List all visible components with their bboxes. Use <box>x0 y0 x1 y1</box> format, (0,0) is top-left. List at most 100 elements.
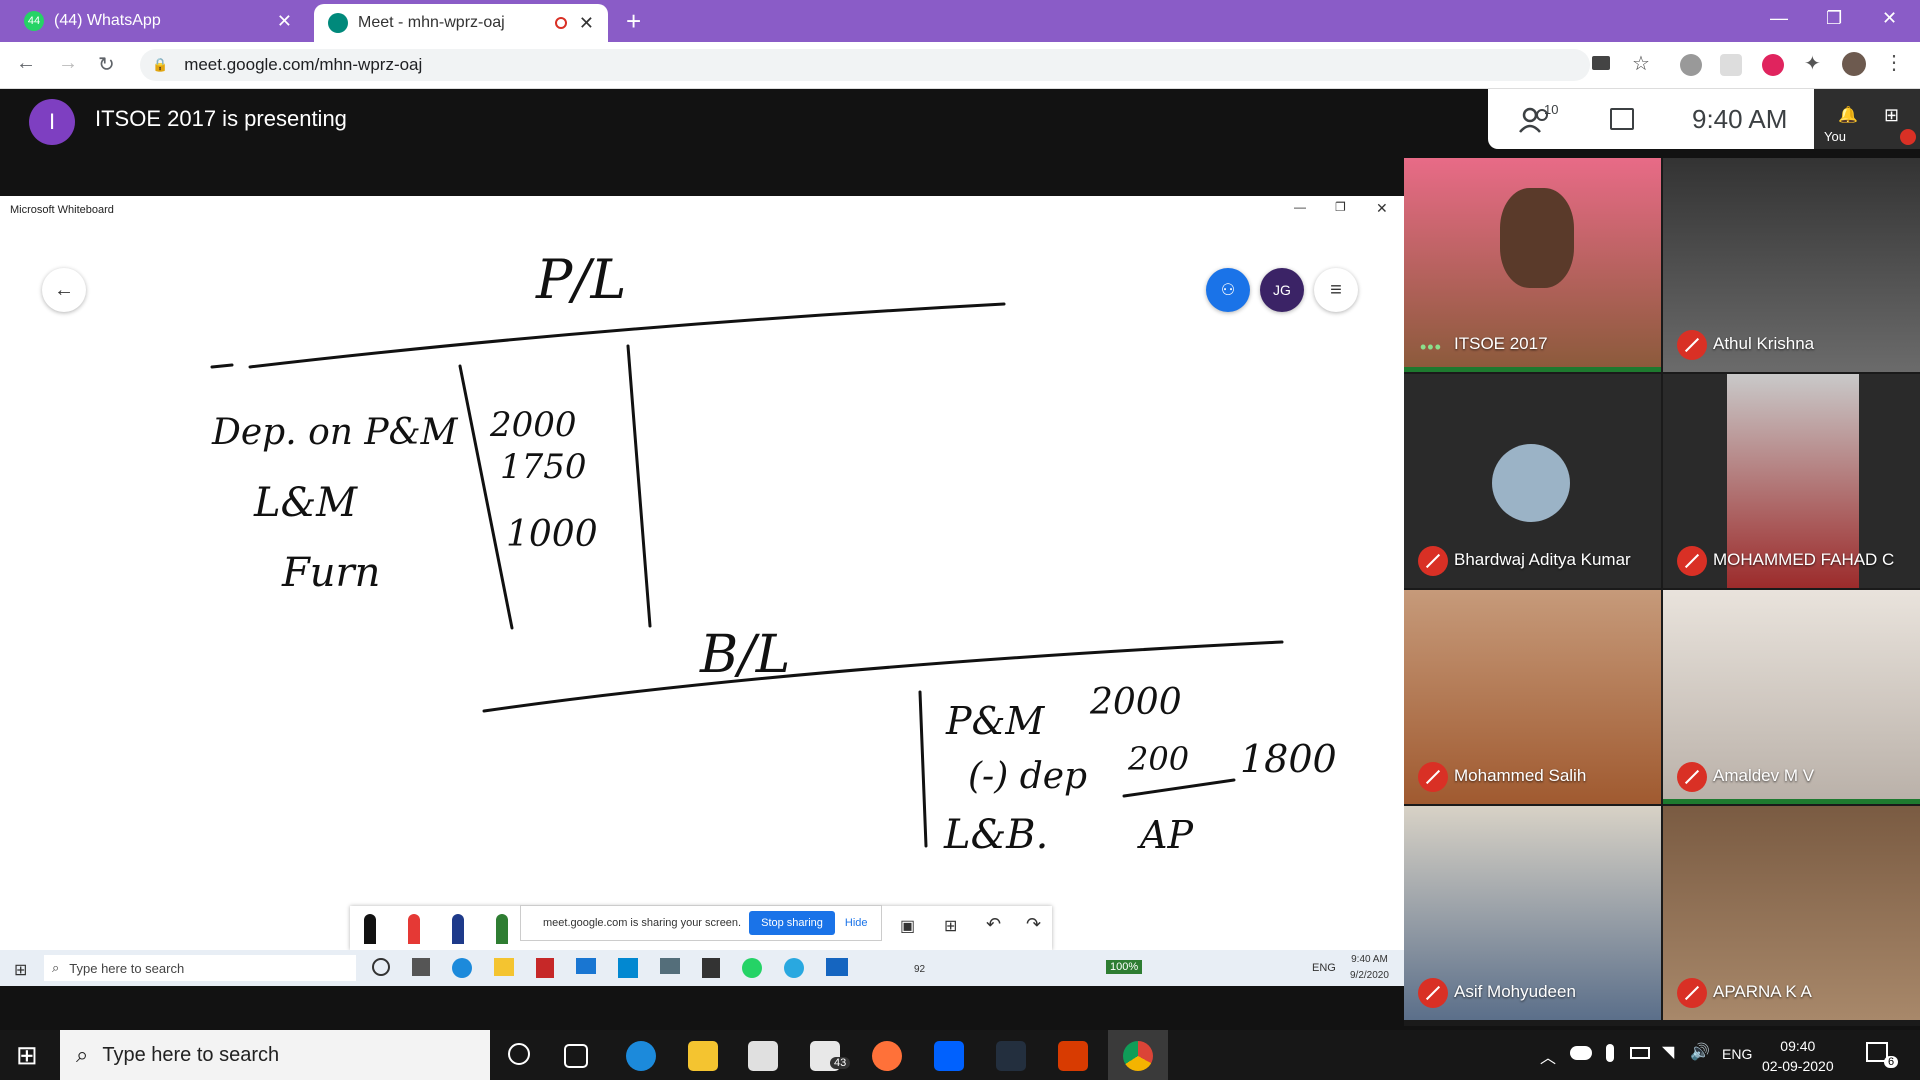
star-icon[interactable]: ☆ <box>1632 51 1650 76</box>
wb-restore-icon[interactable]: ❐ <box>1335 200 1346 214</box>
firefox-icon[interactable] <box>872 1041 902 1071</box>
participant-tile[interactable]: APARNA K A <box>1663 806 1920 1020</box>
windows-start-icon[interactable]: ⊞ <box>16 1040 38 1071</box>
windows-start-icon[interactable]: ⊞ <box>14 960 27 980</box>
system-clock[interactable]: 09:40 02-09-2020 <box>1762 1036 1834 1076</box>
battery-icon[interactable] <box>1630 1047 1650 1059</box>
cortana-icon[interactable] <box>372 958 390 976</box>
volume-icon[interactable]: 🔊 <box>1690 1042 1710 1062</box>
participant-tile[interactable]: Amaldev M V <box>1663 590 1920 804</box>
mic-off-icon <box>1418 546 1448 576</box>
camera-app-icon[interactable] <box>660 958 680 974</box>
back-icon[interactable]: ← <box>16 52 36 75</box>
window-close-icon[interactable]: ✕ <box>1882 8 1897 29</box>
close-icon[interactable]: ✕ <box>277 11 292 32</box>
whiteboard-title: Microsoft Whiteboard <box>10 204 114 216</box>
hw-title-bl: B/L <box>699 625 790 685</box>
mcafee-icon[interactable] <box>536 958 554 978</box>
participant-tile[interactable]: Athul Krishna <box>1663 158 1920 372</box>
onedrive-icon[interactable] <box>1570 1046 1592 1060</box>
self-view-tile[interactable]: 🔔 ⊞ You <box>1814 89 1920 149</box>
whatsapp-icon[interactable] <box>742 958 762 978</box>
active-speaker-bar <box>1663 799 1920 804</box>
minimize-icon[interactable]: — <box>1770 8 1788 29</box>
search-icon: ⌕ <box>52 960 60 975</box>
tab-whatsapp[interactable]: 44 (44) WhatsApp ✕ <box>10 0 306 42</box>
microphone-icon[interactable] <box>1606 1044 1614 1062</box>
wifi-icon[interactable]: ◥ <box>1662 1042 1674 1062</box>
participant-tile[interactable]: Asif Mohyudeen <box>1404 806 1661 1020</box>
file-explorer-icon[interactable] <box>688 1041 718 1071</box>
office-icon[interactable] <box>1058 1041 1088 1071</box>
chrome-taskbar-button[interactable] <box>1108 1030 1168 1080</box>
outlook-icon[interactable] <box>826 958 848 976</box>
invite-person-icon[interactable]: ⚇ <box>1206 268 1250 312</box>
hw-furn: Furn <box>281 550 380 596</box>
address-bar[interactable]: 🔒 meet.google.com/mhn-wprz-oaj <box>140 49 1590 81</box>
participant-name: Asif Mohyudeen <box>1454 982 1576 1001</box>
wb-menu-icon[interactable]: ≡ <box>1314 268 1358 312</box>
taskbar-search-box[interactable]: ⌕ Type here to search <box>60 1030 490 1080</box>
mic-off-icon <box>1677 546 1707 576</box>
undo-icon[interactable]: ↶ <box>986 914 1001 935</box>
pl-underline <box>248 302 1006 369</box>
store-icon[interactable] <box>748 1041 778 1071</box>
dropbox-icon[interactable] <box>934 1041 964 1071</box>
new-tab-icon[interactable]: + <box>626 6 641 37</box>
mic-off-icon <box>1677 978 1707 1008</box>
restore-icon[interactable]: ❐ <box>1826 8 1842 29</box>
chat-icon[interactable] <box>1610 108 1634 130</box>
wb-close-icon[interactable]: ✕ <box>1376 200 1388 217</box>
puzzle-icon[interactable]: ✦ <box>1804 51 1821 76</box>
store-icon[interactable] <box>702 958 720 978</box>
blue-pen-icon[interactable] <box>452 914 464 944</box>
edge-icon[interactable] <box>452 958 472 978</box>
participant-tile[interactable]: MOHAMMED FAHAD C <box>1663 374 1920 588</box>
menu-kebab-icon[interactable]: ⋮ <box>1884 50 1904 75</box>
mic-off-icon <box>1677 330 1707 360</box>
folder-icon[interactable] <box>494 958 514 976</box>
extension-icon[interactable] <box>1680 54 1702 76</box>
close-icon[interactable]: ✕ <box>579 13 594 34</box>
hw-lb: L&B. <box>943 812 1048 858</box>
shared-search-box[interactable]: ⌕ Type here to search <box>44 955 356 981</box>
lync-icon[interactable] <box>618 958 638 978</box>
wb-minimize-icon[interactable]: — <box>1294 200 1306 214</box>
shared-time: 9:40 AM <box>1351 954 1388 965</box>
red-pen-icon[interactable] <box>408 914 420 944</box>
stop-sharing-button[interactable]: Stop sharing <box>749 911 835 935</box>
add-icon[interactable]: ⊞ <box>944 916 957 936</box>
participant-tile[interactable]: ••• ITSOE 2017 <box>1404 158 1661 372</box>
tray-chevron-icon[interactable]: ︿ <box>1540 1044 1556 1068</box>
participant-tile[interactable]: Mohammed Salih <box>1404 590 1661 804</box>
mic-off-icon <box>1418 762 1448 792</box>
participant-tile[interactable]: Bhardwaj Aditya Kumar <box>1404 374 1661 588</box>
mail-icon[interactable] <box>576 958 596 974</box>
wb-back-button[interactable]: ← <box>42 268 86 312</box>
forward-icon[interactable]: → <box>58 52 78 75</box>
user-avatar-jg[interactable]: JG <box>1260 268 1304 312</box>
clock-time: 09:40 <box>1780 1038 1816 1054</box>
taskview-icon[interactable] <box>412 958 430 976</box>
redo-icon[interactable]: ↷ <box>1026 914 1041 935</box>
reload-icon[interactable]: ↻ <box>98 52 115 77</box>
telegram-icon[interactable] <box>784 958 804 978</box>
shared-clock: 9:40 AM 9/2/2020 <box>1350 952 1389 984</box>
cortana-icon[interactable] <box>508 1043 530 1065</box>
amazon-icon[interactable] <box>996 1041 1026 1071</box>
green-pen-icon[interactable] <box>496 914 508 944</box>
camera-icon[interactable] <box>1592 56 1610 70</box>
image-icon[interactable]: ▣ <box>900 916 915 936</box>
edge-icon[interactable] <box>626 1041 656 1071</box>
grid-icon[interactable]: ⊞ <box>1884 105 1899 126</box>
extension-icon[interactable] <box>1720 54 1742 76</box>
profile-avatar[interactable] <box>1842 52 1866 76</box>
extension-icon[interactable] <box>1762 54 1784 76</box>
language-indicator[interactable]: ENG <box>1722 1046 1752 1062</box>
whiteboard-canvas[interactable]: P/L Dep. on P&M L&M Furn 2000 1750 1000 … <box>0 226 1404 950</box>
black-pen-icon[interactable] <box>364 914 376 944</box>
participants-button[interactable]: 10 <box>1518 102 1558 134</box>
taskview-icon[interactable] <box>564 1044 588 1068</box>
tab-meet[interactable]: Meet - mhn-wprz-oaj ✕ <box>314 4 608 42</box>
hide-button[interactable]: Hide <box>845 917 868 929</box>
